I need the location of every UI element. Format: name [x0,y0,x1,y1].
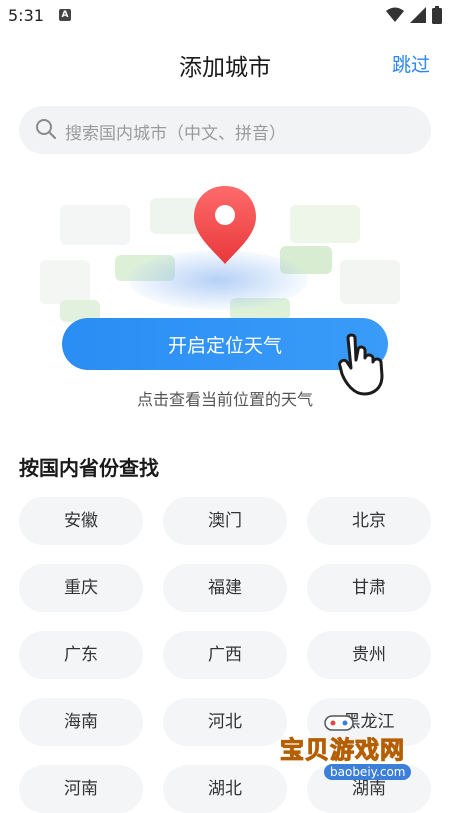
map-tile [60,205,130,245]
watermark-url: baobeiy.com [324,764,412,780]
location-illustration [40,180,410,330]
skip-button[interactable]: 跳过 [392,50,430,77]
province-chip[interactable]: 河北 [163,698,287,746]
province-chip[interactable]: 广东 [19,631,143,679]
location-pin-icon [194,186,256,264]
province-chip[interactable]: 重庆 [19,564,143,612]
map-tile [340,260,400,304]
battery-icon [432,6,442,24]
province-chip[interactable]: 河南 [19,765,143,813]
province-section-title: 按国内省份查找 [19,456,159,480]
province-chip[interactable]: 湖北 [163,765,287,813]
map-tile [40,260,90,304]
city-search-input[interactable]: 搜索国内城市（中文、拼音） [19,106,431,154]
wifi-icon [386,7,404,22]
province-chip[interactable]: 澳门 [163,497,287,545]
watermark: 宝贝游戏网 baobeiy.com [280,700,450,800]
province-chip[interactable]: 北京 [307,497,431,545]
search-icon [36,119,57,140]
app-header: 添加城市 跳过 [0,40,450,84]
search-placeholder: 搜索国内城市（中文、拼音） [65,124,286,144]
signal-icon [410,7,426,23]
province-chip[interactable]: 福建 [163,564,287,612]
province-chip[interactable]: 甘肃 [307,564,431,612]
province-chip[interactable]: 贵州 [307,631,431,679]
page-title: 添加城市 [179,55,271,81]
status-bar: 5:31 A [0,0,450,32]
map-tile [290,205,360,243]
province-chip[interactable]: 海南 [19,698,143,746]
notification-badge: A [59,9,71,21]
location-hint-text: 点击查看当前位置的天气 [136,390,313,409]
status-time: 5:31 [8,6,44,25]
system-icons [386,6,442,24]
province-chip[interactable]: 广西 [163,631,287,679]
province-chip[interactable]: 安徽 [19,497,143,545]
watermark-text: 宝贝游戏网 [280,736,405,765]
